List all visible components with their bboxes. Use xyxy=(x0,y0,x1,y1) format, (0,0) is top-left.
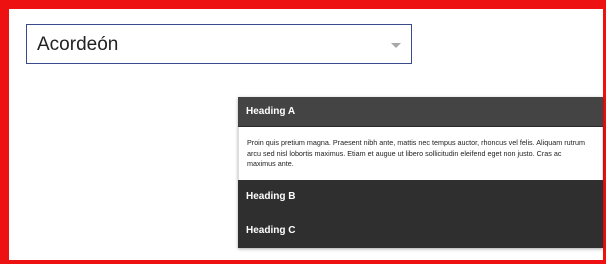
accordion-type-select[interactable]: Acordeón xyxy=(26,24,412,64)
accordion-heading-a[interactable]: Heading A xyxy=(238,97,603,127)
chevron-down-icon[interactable] xyxy=(391,43,401,48)
accordion-heading-b[interactable]: Heading B xyxy=(238,179,603,214)
accordion: Heading A Proin quis pretium magna. Prae… xyxy=(238,97,603,248)
accordion-heading-c-label: Heading C xyxy=(246,224,296,236)
accordion-heading-b-label: Heading B xyxy=(246,190,296,202)
accordion-heading-c[interactable]: Heading C xyxy=(238,213,603,248)
select-value: Acordeón xyxy=(37,34,119,55)
accordion-heading-a-label: Heading A xyxy=(246,106,296,117)
accordion-panel-a-body: Proin quis pretium magna. Praesent nibh … xyxy=(238,127,603,180)
